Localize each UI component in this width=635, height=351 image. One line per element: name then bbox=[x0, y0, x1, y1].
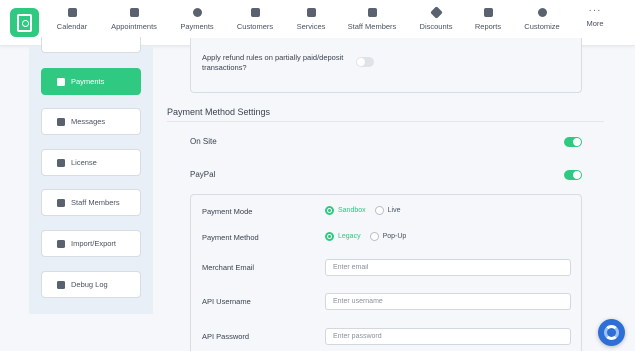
api-password-label: API Password bbox=[202, 332, 250, 341]
api-password-input[interactable] bbox=[325, 328, 571, 345]
sidebar-item-payments[interactable]: Payments bbox=[41, 68, 141, 95]
payment-mode-label: Payment Mode bbox=[202, 207, 253, 216]
nav-item-more[interactable]: ··· More bbox=[560, 5, 630, 29]
calendar-icon bbox=[67, 8, 77, 17]
customers-icon bbox=[250, 8, 260, 17]
legacy-radio[interactable] bbox=[325, 232, 334, 241]
sidebar-item-import-export[interactable]: Import/Export bbox=[41, 230, 141, 257]
sidebar-item-messages[interactable]: Messages bbox=[41, 108, 141, 135]
paypal-label: PayPal bbox=[190, 170, 216, 179]
sidebar-item-debug-log[interactable]: Debug Log bbox=[41, 271, 141, 298]
tag-icon bbox=[429, 6, 443, 19]
staff-icon bbox=[57, 198, 65, 207]
api-username-input[interactable] bbox=[325, 293, 571, 310]
import-export-icon bbox=[57, 239, 65, 248]
dollar-icon bbox=[192, 8, 202, 17]
api-username-label: API Username bbox=[202, 297, 251, 306]
live-label[interactable]: Live bbox=[388, 207, 401, 214]
nav-item-services[interactable]: Services bbox=[276, 8, 346, 31]
merchant-email-input[interactable] bbox=[325, 259, 571, 276]
services-icon bbox=[306, 8, 316, 17]
payment-method-radio-group: Legacy Pop-Up bbox=[325, 232, 415, 241]
on-site-label: On Site bbox=[190, 137, 217, 146]
more-dots-icon: ··· bbox=[588, 5, 602, 16]
reports-icon bbox=[483, 8, 493, 17]
payment-mode-radio-group: Sandbox Live bbox=[325, 206, 409, 215]
lifebuoy-icon bbox=[604, 325, 619, 340]
live-radio[interactable] bbox=[374, 206, 384, 215]
license-icon bbox=[57, 158, 65, 167]
refund-rules-toggle[interactable] bbox=[356, 57, 374, 67]
refund-rules-label: Apply refund rules on partially paid/dep… bbox=[202, 53, 344, 72]
message-icon bbox=[57, 117, 65, 126]
nav-item-appointments[interactable]: Appointments bbox=[99, 8, 169, 31]
appointments-icon bbox=[129, 8, 139, 17]
popup-label[interactable]: Pop-Up bbox=[383, 233, 407, 240]
on-site-toggle[interactable] bbox=[564, 137, 582, 147]
sidebar-item-license[interactable]: License bbox=[41, 149, 141, 176]
payment-method-label: Payment Method bbox=[202, 233, 259, 242]
nav-item-staff-members[interactable]: Staff Members bbox=[337, 8, 407, 31]
legacy-label[interactable]: Legacy bbox=[338, 233, 361, 240]
paypal-toggle[interactable] bbox=[564, 170, 582, 180]
merchant-email-label: Merchant Email bbox=[202, 263, 255, 272]
palette-icon bbox=[537, 8, 547, 17]
app-logo-icon[interactable] bbox=[10, 8, 39, 37]
help-button[interactable] bbox=[598, 319, 625, 346]
payments-icon bbox=[57, 77, 65, 86]
sandbox-radio[interactable] bbox=[325, 206, 334, 215]
nav-item-calendar[interactable]: Calendar bbox=[37, 8, 107, 31]
section-divider bbox=[167, 121, 604, 122]
debug-icon bbox=[57, 280, 65, 289]
sidebar-item-cut-off[interactable] bbox=[41, 37, 141, 53]
sidebar-item-staff-members[interactable]: Staff Members bbox=[41, 189, 141, 216]
popup-radio[interactable] bbox=[369, 232, 379, 241]
sandbox-label[interactable]: Sandbox bbox=[338, 207, 366, 214]
staff-icon bbox=[367, 8, 377, 17]
section-title: Payment Method Settings bbox=[167, 107, 271, 117]
